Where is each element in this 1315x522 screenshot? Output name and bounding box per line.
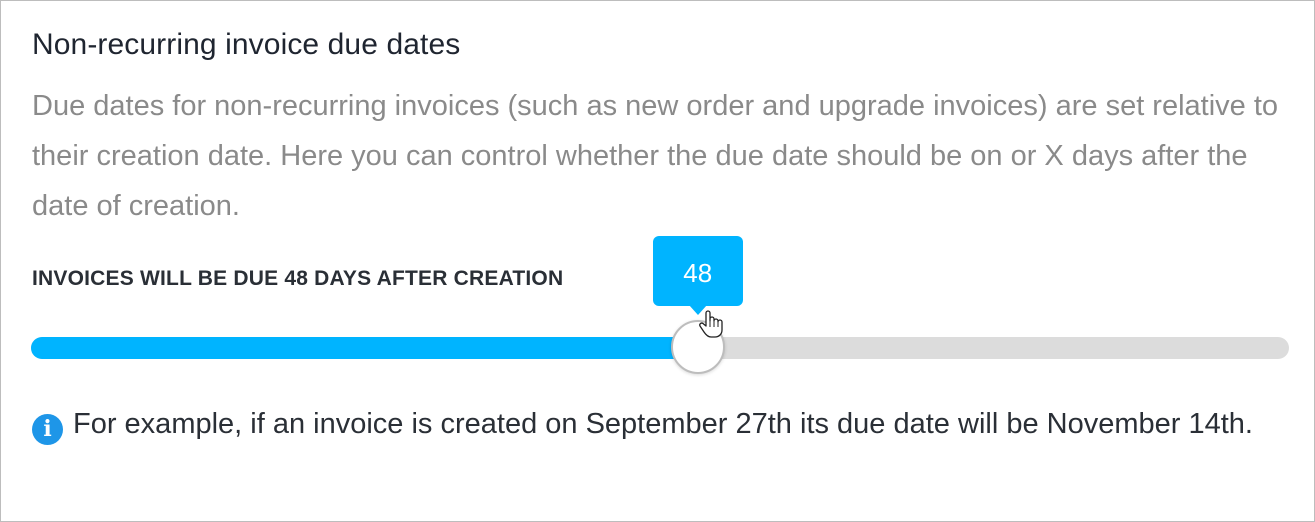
slider-fill xyxy=(31,337,698,359)
slider-value-tooltip: 48 xyxy=(652,236,743,315)
slider-label: INVOICES WILL BE DUE 48 DAYS AFTER CREAT… xyxy=(32,267,564,290)
example-note: i For example, if an invoice is created o… xyxy=(32,399,1292,449)
hand-pointer-icon xyxy=(699,310,723,338)
example-note-text: For example, if an invoice is created on… xyxy=(73,408,1253,440)
info-circle-icon: i xyxy=(32,414,63,445)
section-description: Due dates for non-recurring invoices (su… xyxy=(32,90,1279,222)
settings-panel: Non-recurring invoice due dates Due date… xyxy=(0,0,1315,522)
section-title: Non-recurring invoice due dates xyxy=(32,28,461,61)
slider-track[interactable] xyxy=(31,337,1289,359)
